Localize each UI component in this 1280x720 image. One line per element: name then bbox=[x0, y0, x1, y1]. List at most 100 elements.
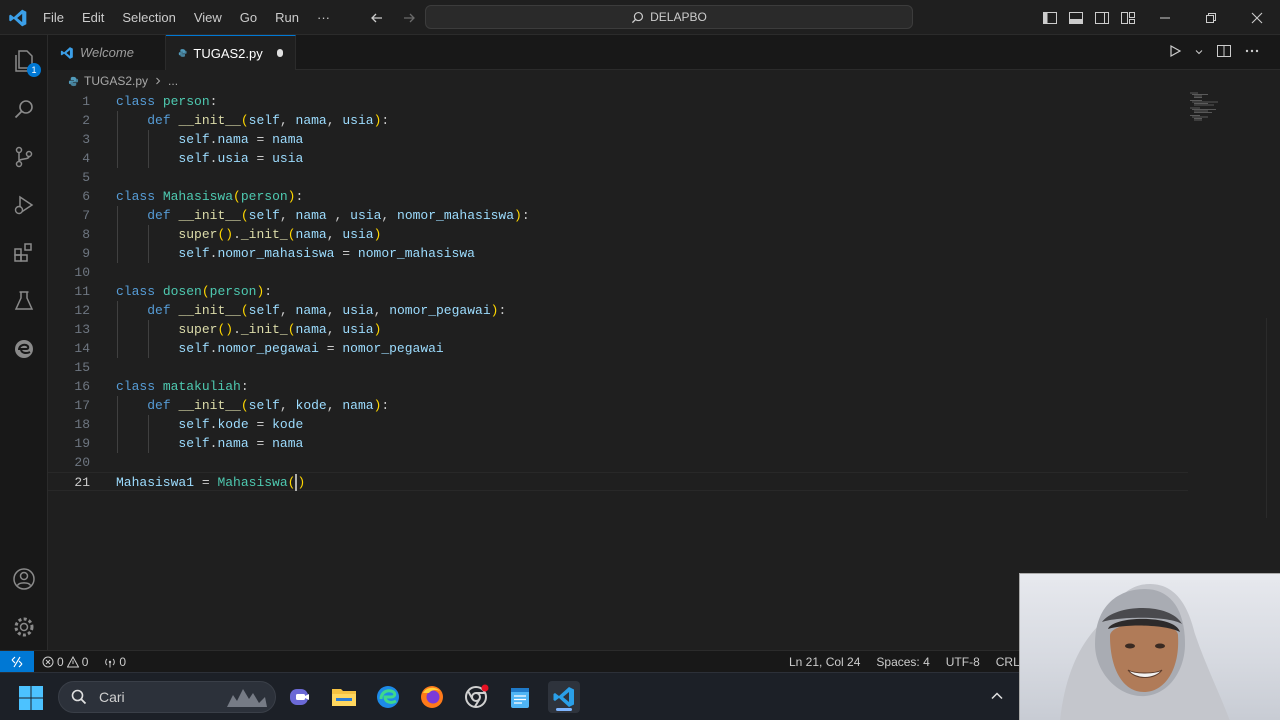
antenna-icon bbox=[105, 658, 116, 668]
vscode-taskbar-icon[interactable] bbox=[548, 681, 580, 713]
code-text: self.nama = nama bbox=[178, 436, 304, 451]
code-text: class dosen(person): bbox=[116, 284, 273, 299]
code-line: 3 self.nama = nama bbox=[48, 130, 1188, 149]
tab-tugas2-label: TUGAS2.py bbox=[193, 45, 263, 61]
forward-arrow-icon[interactable] bbox=[398, 8, 420, 28]
chrome-icon[interactable] bbox=[460, 681, 492, 713]
code-line: 12 def __init__(self, nama, usia, nomor_… bbox=[48, 301, 1188, 320]
menu-run[interactable]: Run bbox=[266, 0, 308, 35]
code-line: 5 bbox=[48, 168, 1188, 187]
tab-tugas2-py[interactable]: TUGAS2.py bbox=[166, 35, 296, 70]
code-line: 16 class matakuliah: bbox=[48, 377, 1188, 396]
code-text: super()._init_(nama, usia) bbox=[178, 227, 382, 242]
python-file-icon bbox=[178, 49, 187, 57]
code-editor[interactable]: 1 class person: 2 def __init__(self, nama… bbox=[48, 92, 1280, 650]
extensions-icon[interactable] bbox=[0, 229, 48, 277]
menu-view[interactable]: View bbox=[185, 0, 231, 35]
code-text: self.nomor_pegawai = nomor_pegawai bbox=[178, 341, 444, 356]
webcam-overlay bbox=[1019, 573, 1280, 720]
error-icon bbox=[42, 656, 54, 668]
line-number: 3 bbox=[82, 132, 90, 147]
vscode-tab-icon bbox=[60, 46, 73, 59]
menu-file[interactable]: File bbox=[34, 0, 73, 35]
code-line: 20 bbox=[48, 453, 1188, 472]
line-number: 1 bbox=[82, 94, 90, 109]
minimap[interactable] bbox=[1188, 92, 1228, 122]
code-line: 8 super()._init_(nama, usia) bbox=[48, 225, 1188, 244]
search-view-icon[interactable] bbox=[0, 85, 48, 133]
line-number: 13 bbox=[74, 322, 90, 337]
code-line: 4 self.usia = usia bbox=[48, 149, 1188, 168]
source-control-icon[interactable] bbox=[0, 133, 48, 181]
code-line: 2 def __init__(self, nama, usia): bbox=[48, 111, 1188, 130]
taskbar-search[interactable]: Cari bbox=[58, 681, 276, 713]
menu-edit[interactable]: Edit bbox=[73, 0, 113, 35]
code-text: def __init__(self, nama, usia): bbox=[147, 113, 390, 128]
code-text: self.usia = usia bbox=[178, 151, 304, 166]
tray-chevron-up-icon[interactable] bbox=[990, 689, 1004, 706]
edge-devtools-icon[interactable] bbox=[0, 325, 48, 373]
search-text: DELAPBO bbox=[650, 10, 707, 24]
command-center-search[interactable]: DELAPBO bbox=[425, 5, 913, 29]
breadcrumb-more[interactable]: ... bbox=[168, 74, 178, 88]
remote-indicator-icon[interactable] bbox=[0, 651, 34, 673]
code-text: def __init__(self, kode, nama): bbox=[147, 398, 390, 413]
notepad-icon[interactable] bbox=[504, 681, 536, 713]
restore-icon[interactable] bbox=[1188, 0, 1234, 35]
file-explorer-icon[interactable] bbox=[328, 681, 360, 713]
problems-status[interactable]: 0 0 bbox=[42, 655, 88, 669]
line-number: 16 bbox=[74, 379, 90, 394]
line-number: 2 bbox=[82, 113, 90, 128]
back-arrow-icon[interactable] bbox=[366, 8, 388, 28]
minimize-icon[interactable] bbox=[1142, 0, 1188, 35]
menu-more[interactable]: ··· bbox=[308, 0, 339, 35]
explorer-icon[interactable]: 1 bbox=[0, 37, 48, 85]
code-line: 7 def __init__(self, nama , usia, nomor_… bbox=[48, 206, 1188, 225]
code-line: 11 class dosen(person): bbox=[48, 282, 1188, 301]
search-icon bbox=[71, 689, 87, 705]
code-line: 10 bbox=[48, 263, 1188, 282]
run-debug-icon[interactable] bbox=[0, 181, 48, 229]
line-number: 4 bbox=[82, 151, 90, 166]
testing-icon[interactable] bbox=[0, 277, 48, 325]
unsaved-dot-icon[interactable] bbox=[276, 49, 283, 57]
warning-icon bbox=[66, 656, 79, 668]
code-text: class person: bbox=[116, 94, 218, 109]
toggle-primary-sidebar-icon[interactable] bbox=[1040, 8, 1060, 28]
vertical-scrollbar[interactable] bbox=[1266, 318, 1280, 518]
code-line: 1 class person: bbox=[48, 92, 1188, 111]
toggle-secondary-sidebar-icon[interactable] bbox=[1092, 8, 1112, 28]
search-highlight-icon bbox=[227, 689, 267, 707]
close-window-icon[interactable] bbox=[1234, 0, 1280, 35]
more-actions-icon[interactable] bbox=[1244, 43, 1260, 62]
code-line: 19 self.nama = nama bbox=[48, 434, 1188, 453]
code-line: 14 self.nomor_pegawai = nomor_pegawai bbox=[48, 339, 1188, 358]
ports-status[interactable]: 0 bbox=[104, 655, 126, 669]
split-editor-icon[interactable] bbox=[1216, 43, 1232, 62]
customize-layout-icon[interactable] bbox=[1118, 8, 1138, 28]
run-python-file-icon[interactable] bbox=[1168, 44, 1182, 61]
menu-selection[interactable]: Selection bbox=[113, 0, 184, 35]
code-text: super()._init_(nama, usia) bbox=[178, 322, 382, 337]
tab-welcome[interactable]: Welcome bbox=[48, 35, 166, 70]
windows-start-icon[interactable] bbox=[18, 685, 44, 711]
firefox-icon[interactable] bbox=[416, 681, 448, 713]
line-number: 5 bbox=[82, 170, 90, 185]
manage-gear-icon[interactable] bbox=[0, 603, 48, 651]
run-dropdown-chevron-icon[interactable] bbox=[1194, 45, 1204, 60]
taskbar-search-label: Cari bbox=[99, 689, 125, 705]
encoding-status[interactable]: UTF-8 bbox=[946, 655, 980, 669]
toggle-panel-icon[interactable] bbox=[1066, 8, 1086, 28]
indentation-status[interactable]: Spaces: 4 bbox=[876, 655, 929, 669]
line-number: 11 bbox=[74, 284, 90, 299]
menu-go[interactable]: Go bbox=[231, 0, 266, 35]
breadcrumb-file[interactable]: TUGAS2.py bbox=[84, 74, 148, 88]
active-app-indicator bbox=[556, 708, 572, 711]
ports-count: 0 bbox=[119, 655, 127, 669]
edge-browser-icon[interactable] bbox=[372, 681, 404, 713]
accounts-icon[interactable] bbox=[0, 555, 48, 603]
search-icon bbox=[632, 11, 644, 23]
teams-chat-icon[interactable] bbox=[284, 681, 316, 713]
line-number: 8 bbox=[82, 227, 90, 242]
cursor-position[interactable]: Ln 21, Col 24 bbox=[789, 655, 860, 669]
